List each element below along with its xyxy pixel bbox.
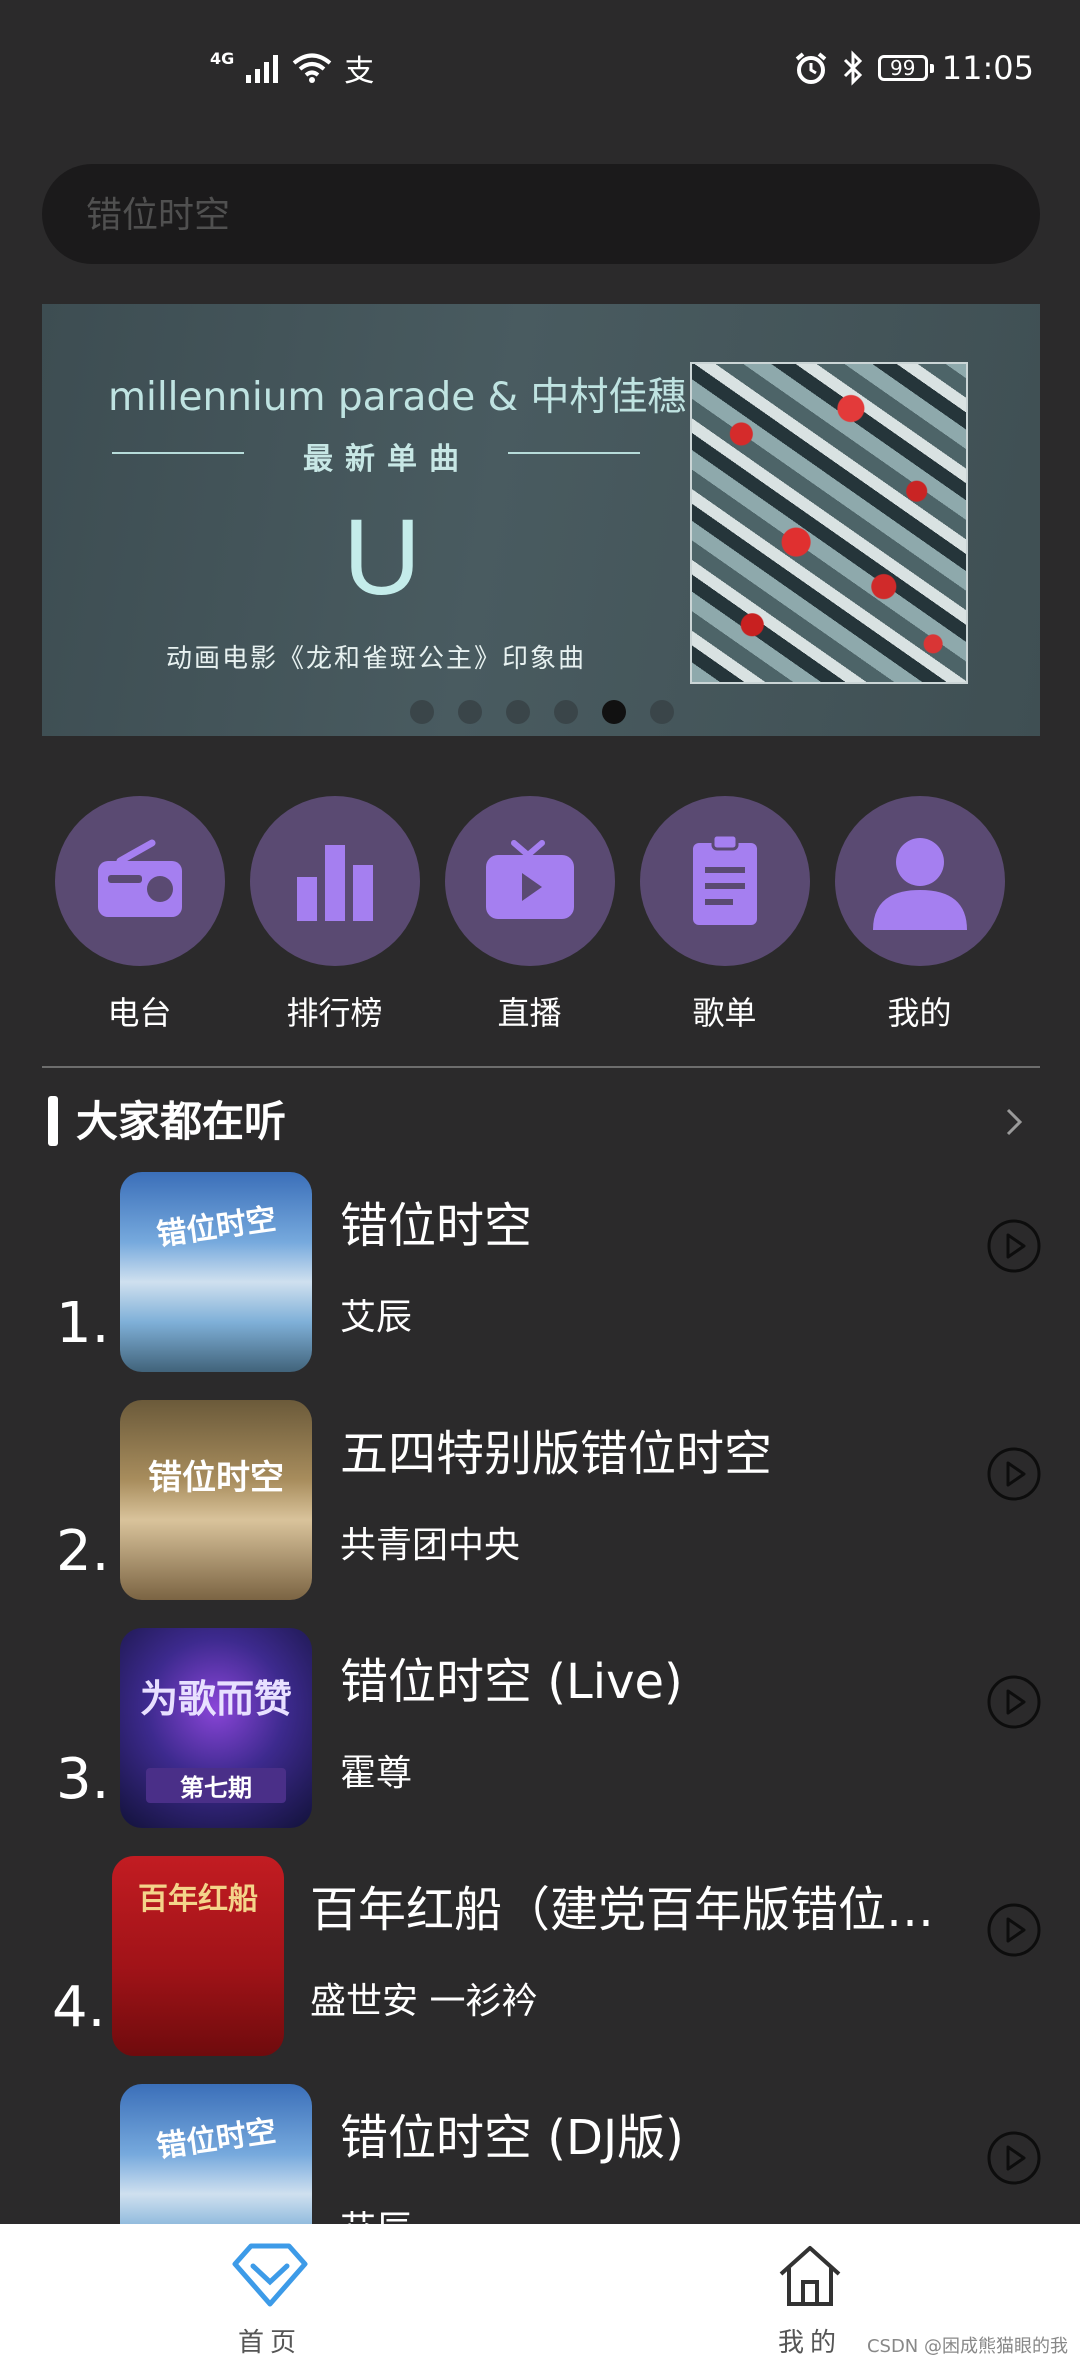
carousel-dot[interactable] bbox=[506, 700, 530, 724]
banner-title: U bbox=[343, 496, 421, 617]
quick-nav-playlist[interactable]: 歌单 bbox=[627, 796, 822, 1034]
bottom-nav-home[interactable]: 首页 bbox=[190, 2242, 350, 2359]
banner-artist: millennium parade & 中村佳穗 bbox=[108, 375, 687, 420]
wifi-icon bbox=[292, 53, 332, 83]
play-circle-icon[interactable] bbox=[986, 1902, 1042, 1958]
play-circle-icon[interactable] bbox=[986, 1218, 1042, 1274]
carousel-dot[interactable] bbox=[650, 700, 674, 724]
song-artist: 盛世安 一衫衿 bbox=[310, 1981, 538, 2022]
network-type-label: 4G bbox=[210, 48, 235, 68]
status-left: 4G 支 bbox=[210, 48, 375, 90]
banner-carousel[interactable]: millennium parade & 中村佳穗 最新单曲 U 动画电影《龙和雀… bbox=[42, 304, 1040, 736]
play-circle-icon[interactable] bbox=[986, 1674, 1042, 1730]
quick-nav-label: 歌单 bbox=[692, 994, 757, 1032]
song-rank: 4. bbox=[52, 1975, 106, 2040]
chevron-right-icon[interactable] bbox=[994, 1102, 1034, 1142]
carousel-dot-active[interactable] bbox=[602, 700, 626, 724]
cover-text: 为歌而赞 bbox=[139, 1677, 292, 1721]
quick-nav-circle[interactable] bbox=[444, 796, 615, 966]
song-cover: 百年红船 bbox=[112, 1856, 284, 2056]
banner-album-art bbox=[690, 362, 968, 684]
song-cover: 错位时空 bbox=[120, 1400, 312, 1600]
quick-nav-mine[interactable]: 我的 bbox=[822, 796, 1017, 1034]
song-row[interactable]: 3. 为歌而赞 第七期 错位时空 (Live) 霍尊 bbox=[0, 1624, 1080, 1830]
bottom-nav-mine-label: 我的 bbox=[777, 2328, 842, 2358]
quick-nav-circle[interactable] bbox=[54, 796, 225, 966]
live-tv-icon bbox=[485, 840, 574, 919]
song-row[interactable]: 1. 错位时空 错位时空 艾辰 bbox=[0, 1168, 1080, 1374]
carousel-dots bbox=[410, 700, 674, 724]
playlist-icon bbox=[692, 833, 757, 925]
chart-icon bbox=[296, 845, 373, 921]
song-title: 错位时空 (Live) bbox=[340, 1654, 683, 1710]
carousel-dot[interactable] bbox=[458, 700, 482, 724]
cover-text: 百年红船 bbox=[138, 1882, 258, 1917]
cover-text: 错位时空 bbox=[148, 1458, 284, 1498]
quick-nav-radio[interactable]: 电台 bbox=[42, 796, 237, 1034]
bottom-nav-home-label: 首页 bbox=[237, 2328, 302, 2358]
quick-nav-circle[interactable] bbox=[249, 796, 420, 966]
quick-nav-circle[interactable] bbox=[834, 796, 1005, 966]
bottom-nav: 首页 我的 CSDN @困成熊猫眼的我 bbox=[0, 2224, 1080, 2376]
song-artist: 艾辰 bbox=[340, 1297, 413, 1338]
carousel-dot[interactable] bbox=[554, 700, 578, 724]
section-divider bbox=[42, 1066, 1040, 1068]
bluetooth-icon bbox=[843, 50, 862, 86]
song-rank: 3. bbox=[56, 1747, 110, 1812]
banner-subtitle: 最新单曲 bbox=[303, 442, 471, 477]
cover-text: 错位时空 bbox=[154, 2113, 279, 2166]
song-cover: 为歌而赞 第七期 bbox=[120, 1628, 312, 1828]
search-input[interactable] bbox=[84, 164, 1002, 266]
section-title: 大家都在听 bbox=[76, 1097, 287, 1146]
song-title: 错位时空 (DJ版) bbox=[340, 2110, 684, 2166]
song-title: 百年红船（建党百年版错位… bbox=[310, 1882, 935, 1938]
song-rank: 1. bbox=[56, 1291, 110, 1356]
carousel-dot[interactable] bbox=[410, 700, 434, 724]
quick-nav-label: 电台 bbox=[107, 994, 172, 1032]
banner-description: 动画电影《龙和雀斑公主》印象曲 bbox=[166, 644, 587, 674]
radio-icon bbox=[97, 839, 182, 917]
quick-nav-label: 直播 bbox=[497, 994, 562, 1032]
song-cover: 错位时空 bbox=[120, 1172, 312, 1372]
search-bar[interactable] bbox=[42, 164, 1040, 266]
section-header: 大家都在听 bbox=[42, 1092, 1040, 1152]
status-right: 99 11:05 bbox=[794, 46, 1034, 90]
song-title: 错位时空 bbox=[340, 1198, 533, 1254]
user-icon bbox=[872, 838, 967, 930]
payment-app-icon: 支 bbox=[344, 54, 375, 89]
quick-nav-live[interactable]: 直播 bbox=[432, 796, 627, 1034]
home-diamond-icon bbox=[232, 2243, 308, 2307]
quick-nav-label: 我的 bbox=[887, 994, 952, 1032]
song-row[interactable]: 2. 错位时空 五四特别版错位时空 共青团中央 bbox=[0, 1396, 1080, 1602]
watermark: CSDN @困成熊猫眼的我 bbox=[866, 2336, 1068, 2357]
status-bar: 4G 支 99 11:05 bbox=[0, 0, 1080, 130]
house-icon bbox=[779, 2246, 841, 2306]
quick-nav-label: 排行榜 bbox=[286, 994, 383, 1032]
banner-divider-right bbox=[508, 452, 640, 454]
song-artist: 霍尊 bbox=[340, 1753, 413, 1794]
song-rank: 2. bbox=[56, 1519, 110, 1584]
alarm-icon bbox=[795, 52, 827, 84]
quick-nav-chart[interactable]: 排行榜 bbox=[237, 796, 432, 1034]
battery-indicator: 99 bbox=[877, 55, 934, 81]
quick-nav: 电台 排行榜 直播 歌单 我的 bbox=[42, 796, 1040, 1034]
cover-text: 错位时空 bbox=[154, 1201, 279, 1254]
song-artist: 共青团中央 bbox=[340, 1525, 521, 1566]
cover-episode: 第七期 bbox=[146, 1768, 286, 1803]
play-circle-icon[interactable] bbox=[986, 1446, 1042, 1502]
clock: 11:05 bbox=[941, 49, 1034, 87]
banner-divider-left bbox=[112, 452, 244, 454]
play-circle-icon[interactable] bbox=[986, 2130, 1042, 2186]
signal-icon bbox=[246, 55, 279, 83]
quick-nav-circle[interactable] bbox=[639, 796, 810, 966]
song-title: 五四特别版错位时空 bbox=[340, 1426, 773, 1482]
song-row[interactable]: 4. 百年红船 百年红船（建党百年版错位… 盛世安 一衫衿 bbox=[0, 1852, 1080, 2058]
section-accent-bar bbox=[48, 1096, 58, 1146]
